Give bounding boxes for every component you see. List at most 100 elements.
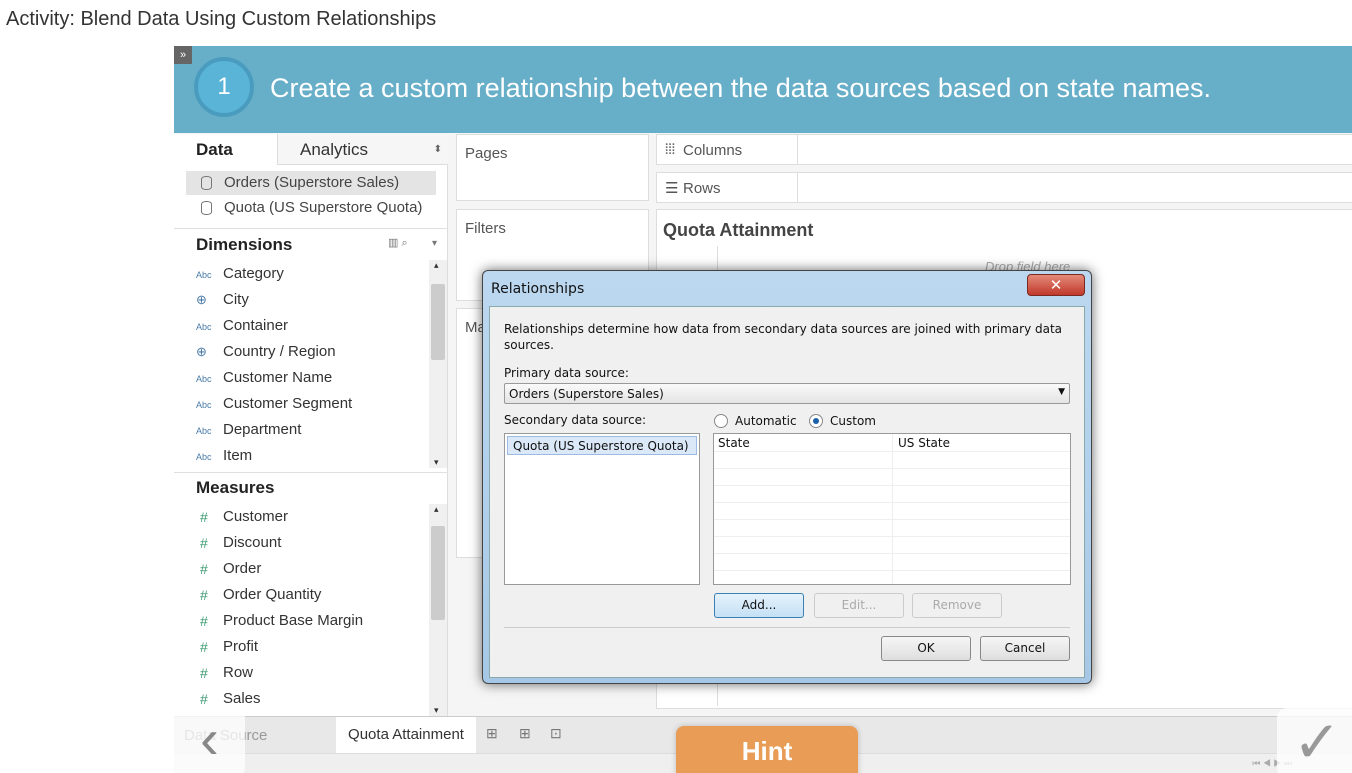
automatic-label[interactable]: Automatic [735, 414, 797, 428]
dialog-title: Relationships [491, 281, 585, 297]
measure-field[interactable]: # Order Quantity [196, 582, 321, 608]
number-type-icon: # [200, 535, 208, 551]
measure-field[interactable]: # Row [196, 660, 253, 686]
dimension-field[interactable]: ⊕ City [196, 287, 249, 313]
field-label: Product Base Margin [223, 612, 364, 629]
tab-analytics[interactable]: Analytics ⬍ [277, 134, 448, 165]
custom-radio[interactable] [809, 414, 823, 428]
view-toggle-icon[interactable]: ▥ ⌕ [388, 236, 408, 250]
rows-label: Rows [683, 180, 721, 197]
filters-label: Filters [465, 220, 506, 237]
edit-button[interactable]: Edit... [814, 593, 904, 618]
dimension-field[interactable]: Abc Customer Name [196, 365, 332, 391]
new-story-icon[interactable]: ⊡ [550, 725, 562, 742]
database-icon [201, 201, 212, 215]
column-header-secondary: US State [898, 436, 950, 450]
new-worksheet-icon[interactable]: ⊞ [486, 725, 498, 742]
number-type-icon: # [200, 587, 208, 603]
field-label: Customer [223, 508, 289, 525]
dialog-description: Relationships determine how data from se… [504, 322, 1063, 352]
primary-source-value: Orders (Superstore Sales) [509, 387, 664, 401]
string-type-icon: Abc [196, 322, 212, 332]
columns-icon: ⦙⦙⦙ [665, 141, 676, 158]
secondary-source-list[interactable]: Quota (US Superstore Quota) [504, 433, 700, 585]
sheet-title: Quota Attainment [663, 220, 814, 240]
tab-data[interactable]: Data [174, 134, 277, 165]
dimension-field[interactable]: Abc Item [196, 443, 252, 469]
dimension-field[interactable]: Abc Department [196, 417, 301, 443]
field-label: Category [223, 265, 284, 282]
ok-button[interactable]: OK [881, 636, 971, 661]
relationships-dialog: Relationships ✕ Relationships determine … [482, 270, 1092, 684]
columns-shelf[interactable]: ⦙⦙⦙ Columns [656, 134, 1352, 165]
dropdown-icon[interactable]: ▾ [432, 238, 437, 249]
add-button[interactable]: Add... [714, 593, 804, 618]
back-arrow-icon[interactable]: ‹ [174, 708, 245, 773]
hint-button[interactable]: Hint [676, 726, 858, 773]
measure-field[interactable]: # Profit [196, 634, 258, 660]
pages-shelf[interactable]: Pages [456, 134, 649, 201]
string-type-icon: Abc [196, 374, 212, 384]
new-dashboard-icon[interactable]: ⊞ [519, 725, 531, 742]
measures-scrollbar[interactable]: ▴ ▾ [429, 504, 447, 716]
measure-field[interactable]: # Product Base Margin [196, 608, 363, 634]
dialog-body: Relationships determine how data from se… [489, 306, 1085, 678]
measures-header: Measures [196, 478, 275, 497]
dimension-field[interactable]: Abc Category [196, 261, 284, 287]
field-label: Customer Segment [223, 395, 353, 412]
checkmark-icon[interactable]: ✓ [1277, 708, 1352, 773]
globe-icon: ⊕ [196, 344, 207, 359]
number-type-icon: # [200, 509, 208, 525]
rows-icon: ☰ [665, 180, 679, 197]
field-label: City [223, 291, 249, 308]
data-source-orders[interactable]: Orders (Superstore Sales) [186, 171, 436, 195]
primary-label: Primary data source: [504, 366, 629, 380]
string-type-icon: Abc [196, 270, 212, 280]
data-source-label: Quota (US Superstore Quota) [224, 199, 423, 216]
secondary-label: Secondary data source: [504, 413, 647, 427]
field-label: Container [223, 317, 289, 334]
data-source-quota[interactable]: Quota (US Superstore Quota) [186, 196, 436, 220]
field-label: Department [223, 421, 302, 438]
dimension-field[interactable]: Abc Customer Segment [196, 391, 352, 417]
data-source-label: Orders (Superstore Sales) [224, 174, 400, 191]
field-label: Order [223, 560, 262, 577]
updown-icon: ⬍ [433, 144, 442, 155]
string-type-icon: Abc [196, 400, 212, 410]
field-label: Discount [223, 534, 282, 551]
rows-shelf[interactable]: ☰ Rows [656, 172, 1352, 203]
number-type-icon: # [200, 639, 208, 655]
primary-source-select[interactable]: Orders (Superstore Sales) ▼ [504, 383, 1070, 404]
step-instruction: Create a custom relationship between the… [270, 73, 1212, 103]
column-header-primary: State [718, 436, 750, 450]
field-label: Item [223, 447, 253, 464]
string-type-icon: Abc [196, 426, 212, 436]
close-icon[interactable]: ✕ [1027, 274, 1085, 296]
measure-field[interactable]: # Discount [196, 530, 281, 556]
field-label: Row [223, 664, 254, 681]
field-mapping-table[interactable]: State US State [713, 433, 1071, 585]
automatic-radio[interactable] [714, 414, 728, 428]
expand-icon[interactable]: » [174, 46, 192, 64]
remove-button[interactable]: Remove [912, 593, 1002, 618]
activity-title: Activity: Blend Data Using Custom Relati… [6, 8, 437, 30]
cancel-button[interactable]: Cancel [980, 636, 1070, 661]
database-icon [201, 176, 212, 190]
measure-field[interactable]: # Customer [196, 504, 288, 530]
custom-label[interactable]: Custom [830, 414, 876, 428]
columns-label: Columns [683, 142, 743, 159]
field-label: Profit [223, 638, 259, 655]
number-type-icon: # [200, 665, 208, 681]
field-label: Order Quantity [223, 586, 322, 603]
instruction-banner: » 1 Create a custom relationship between… [174, 46, 1352, 133]
dimension-field[interactable]: Abc Container [196, 313, 288, 339]
globe-icon: ⊕ [196, 292, 207, 307]
field-label: Country / Region [223, 343, 336, 360]
dimensions-scrollbar[interactable]: ▴ ▾ [429, 260, 447, 468]
dimension-field[interactable]: ⊕ Country / Region [196, 339, 336, 365]
tab-analytics-label: Analytics [300, 140, 369, 159]
secondary-source-item[interactable]: Quota (US Superstore Quota) [507, 436, 697, 455]
sheet-tab-quota-attainment[interactable]: Quota Attainment [336, 717, 476, 753]
number-type-icon: # [200, 613, 208, 629]
measure-field[interactable]: # Order [196, 556, 261, 582]
